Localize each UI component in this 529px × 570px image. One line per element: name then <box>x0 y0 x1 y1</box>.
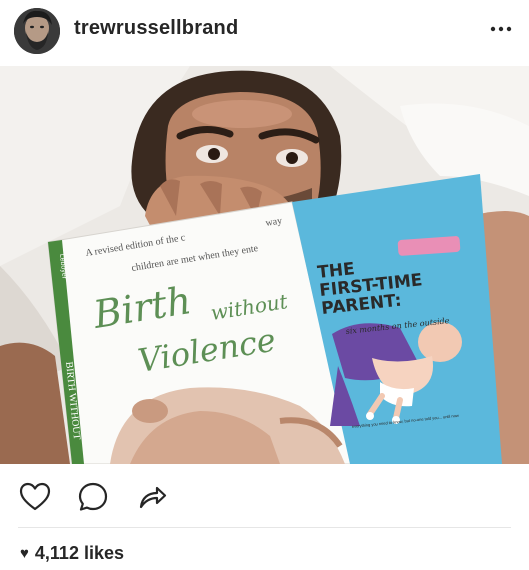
comment-bubble-icon[interactable] <box>76 480 110 514</box>
avatar[interactable] <box>14 8 60 54</box>
post-photo[interactable]: A revised edition of the c way children … <box>0 66 529 464</box>
share-arrow-icon[interactable] <box>134 480 168 514</box>
likes-count[interactable]: ♥ 4,112 likes <box>20 543 124 564</box>
instagram-post: trewrussellbrand A revised edition of th… <box>0 0 529 570</box>
more-horizontal-icon[interactable] <box>489 22 513 34</box>
avatar-photo <box>14 8 60 54</box>
post-header: trewrussellbrand <box>0 0 529 62</box>
post-actions <box>0 470 529 522</box>
username[interactable]: trewrussellbrand <box>74 17 238 40</box>
heart-filled-icon: ♥ <box>20 545 29 562</box>
heart-outline-icon[interactable] <box>18 480 52 514</box>
likes-label: 4,112 likes <box>34 543 124 563</box>
divider <box>18 527 511 528</box>
